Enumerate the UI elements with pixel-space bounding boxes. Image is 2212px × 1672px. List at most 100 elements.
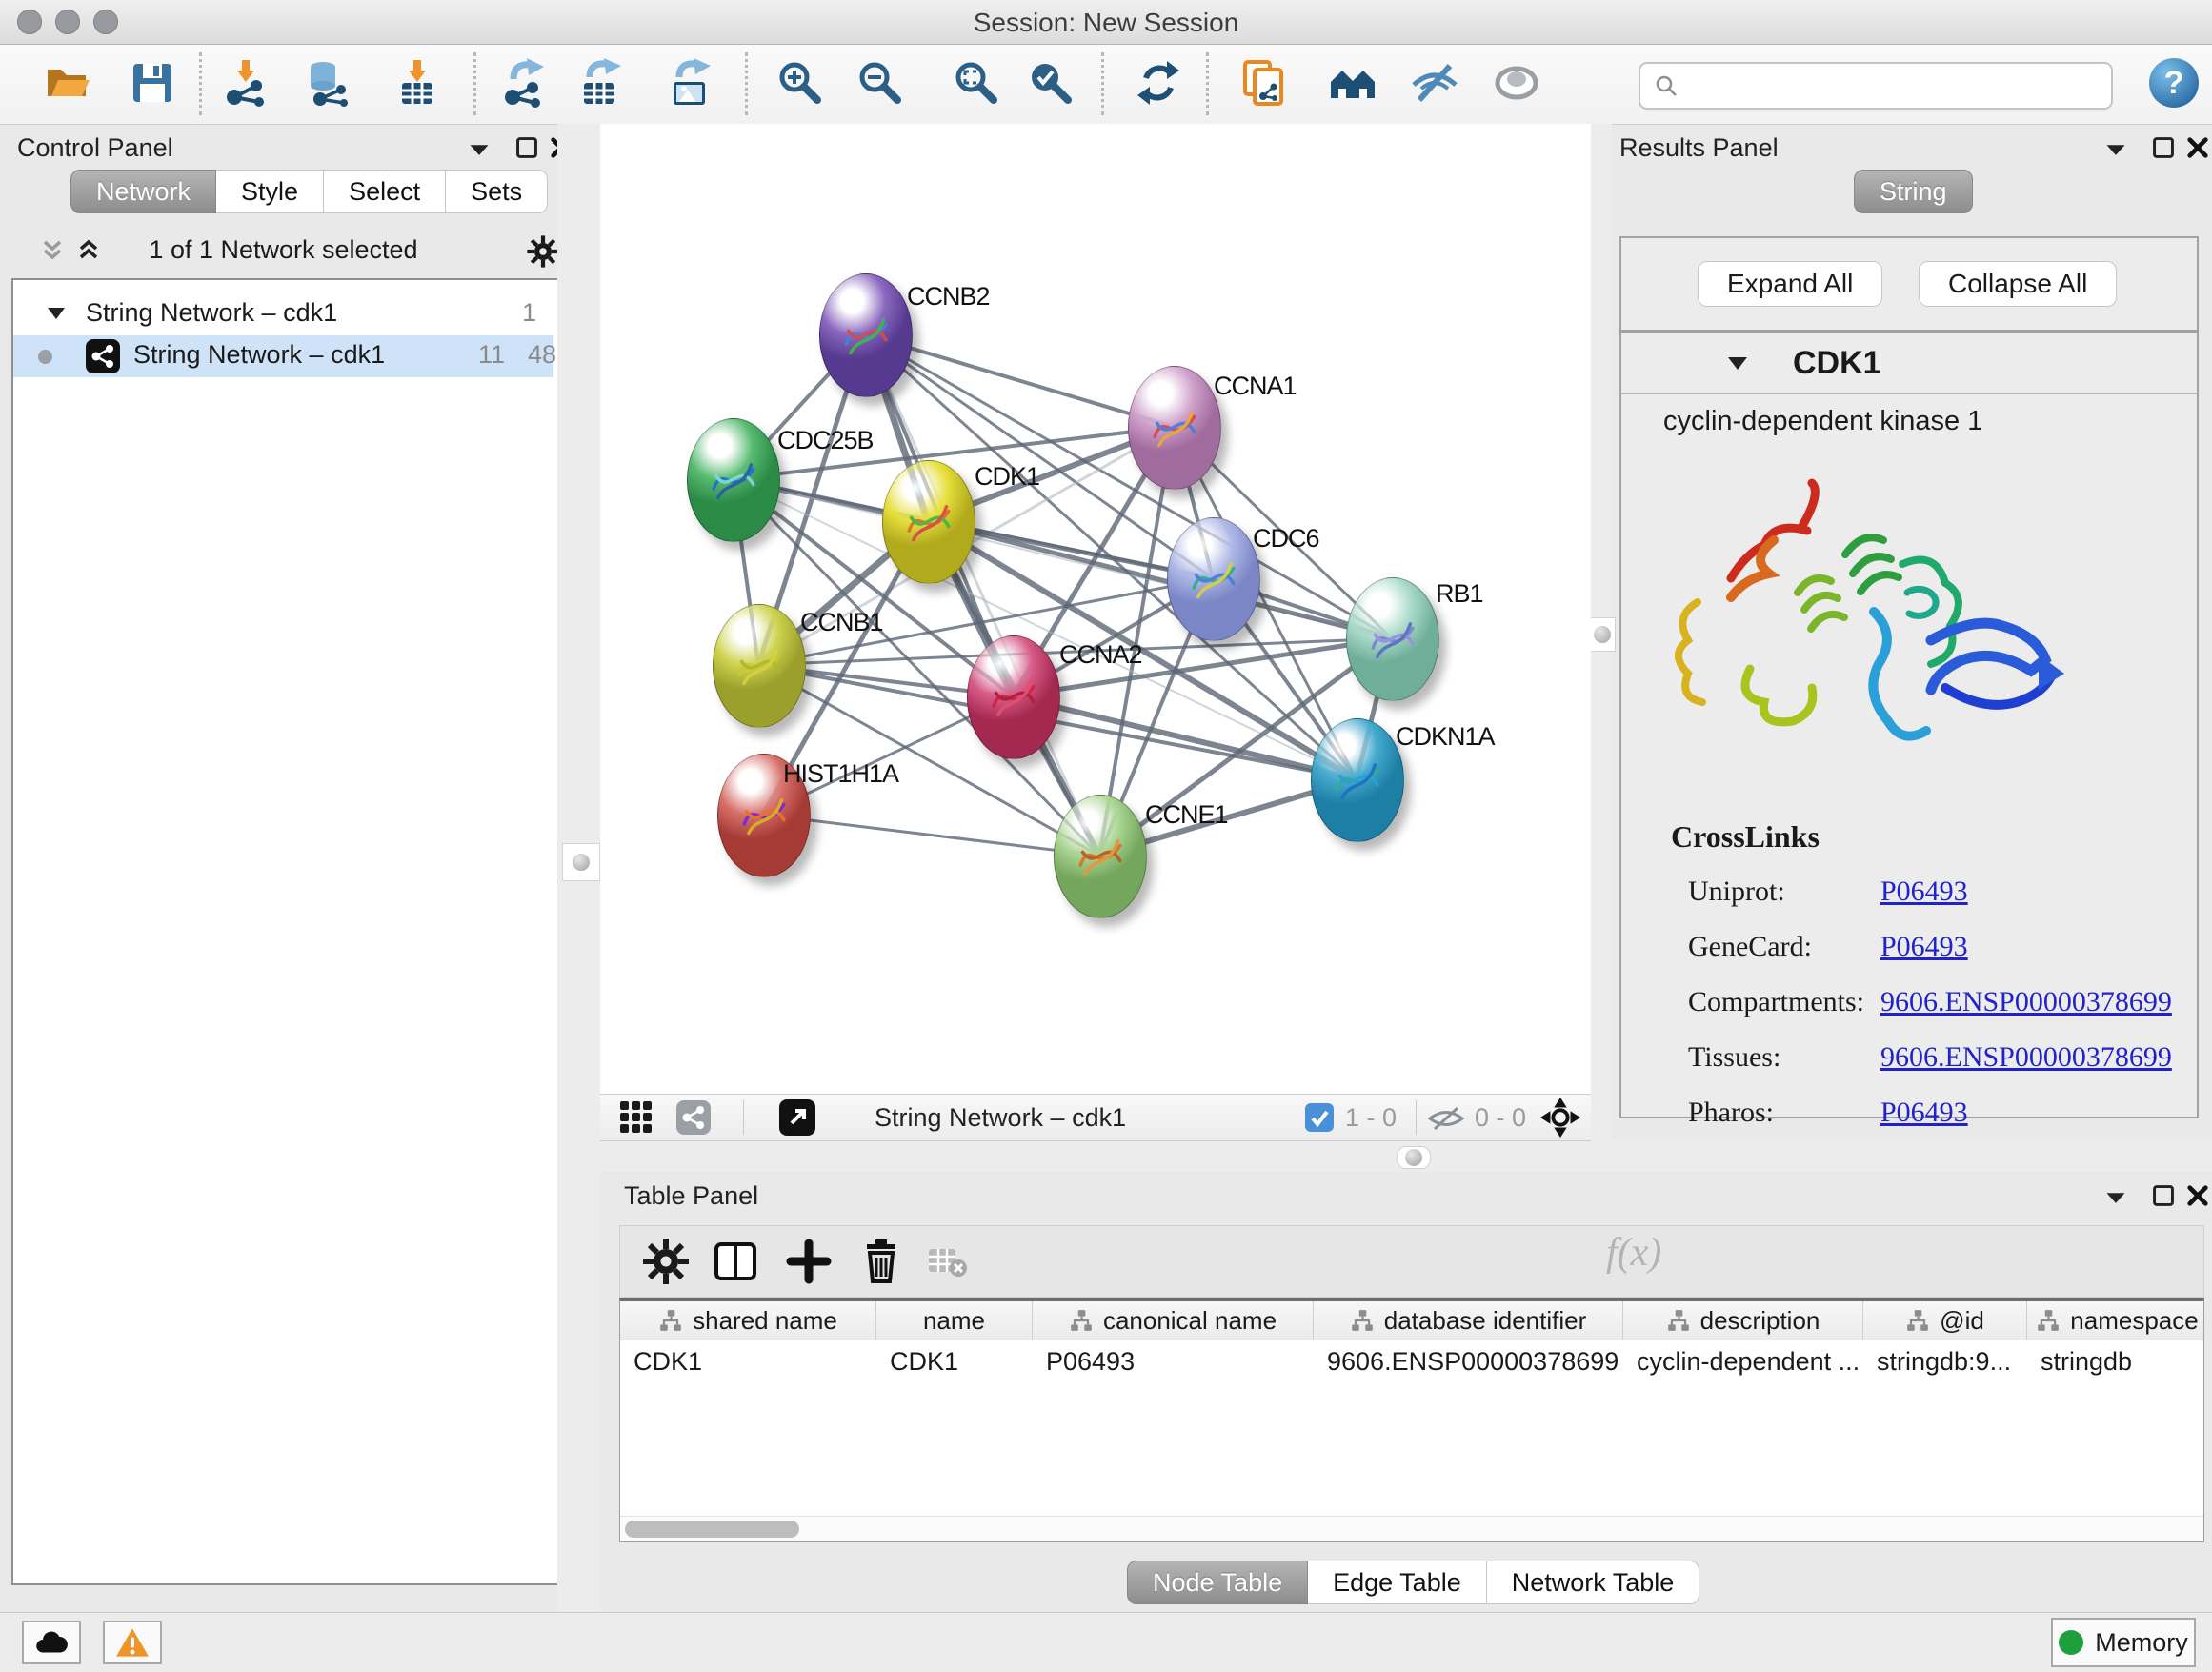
results-panel-float-icon[interactable]: [2151, 135, 2176, 160]
table-cell[interactable]: stringdb:9...: [1863, 1340, 2027, 1382]
warning-icon: [114, 1626, 151, 1659]
column-header-description[interactable]: description: [1623, 1301, 1863, 1340]
shared-column-icon: [2036, 1308, 2061, 1333]
table-cell[interactable]: stringdb: [2027, 1340, 2204, 1382]
node-CCNA1[interactable]: [1128, 366, 1221, 490]
home-networks-icon[interactable]: [1328, 58, 1377, 108]
table-cell[interactable]: 9606.ENSP00000378699: [1314, 1340, 1623, 1382]
crosslink-link[interactable]: P06493: [1880, 931, 1968, 963]
tab-select[interactable]: Select: [324, 170, 446, 213]
gene-section-header[interactable]: CDK1: [1621, 333, 2197, 394]
network-row-selected[interactable]: String Network – cdk1 11 48: [13, 335, 553, 377]
splitter-handle[interactable]: [562, 843, 600, 881]
crosslink-link[interactable]: 9606.ENSP00000378699: [1880, 1041, 2172, 1074]
toolbar-separator: [1206, 52, 1209, 115]
crosslink-link[interactable]: P06493: [1880, 1097, 1968, 1129]
column-header-canonical-name[interactable]: canonical name: [1033, 1301, 1314, 1340]
edge-CCNB2-CCNE1[interactable]: [865, 334, 1099, 856]
column-header-shared-name[interactable]: shared name: [620, 1301, 876, 1340]
column-header-database-identifier[interactable]: database identifier: [1314, 1301, 1623, 1340]
column-header--id[interactable]: @id: [1863, 1301, 2027, 1340]
cloud-status-button[interactable]: [22, 1621, 81, 1664]
node-CCNE1[interactable]: [1054, 795, 1147, 918]
results-panel-collapse-icon[interactable]: [2103, 137, 2128, 162]
splitter-handle[interactable]: [1589, 617, 1616, 652]
crosslink-link[interactable]: P06493: [1880, 876, 1968, 908]
node-CDK1[interactable]: [882, 460, 975, 584]
open-session-icon[interactable]: [42, 58, 91, 108]
birdseye-grid-icon[interactable]: [619, 1100, 654, 1135]
table-row[interactable]: CDK1CDK1P064939606.ENSP00000378699cyclin…: [620, 1340, 2204, 1382]
control-panel-collapse-icon[interactable]: [467, 137, 492, 162]
search-input[interactable]: [1688, 66, 2111, 106]
table-panel-close-icon[interactable]: [2185, 1183, 2210, 1208]
title-bar: Session: New Session: [0, 0, 2212, 45]
zoom-fit-icon[interactable]: [952, 58, 1001, 108]
show-columns-icon[interactable]: [711, 1237, 760, 1286]
annotation-icon[interactable]: [1239, 58, 1289, 108]
node-table: shared namename canonical name database …: [619, 1298, 2204, 1542]
node-CCNB2[interactable]: [819, 273, 913, 397]
import-network-file-icon[interactable]: [221, 58, 271, 108]
import-network-database-icon[interactable]: [305, 58, 354, 108]
results-panel-tab-string[interactable]: String: [1854, 170, 1973, 213]
expand-all-button[interactable]: Expand All: [1698, 261, 1882, 307]
table-settings-gear-icon[interactable]: [641, 1237, 691, 1286]
show-all-icon[interactable]: [1492, 58, 1541, 108]
tab-sets[interactable]: Sets: [446, 170, 548, 213]
gene-disclosure-icon[interactable]: [1726, 354, 1749, 372]
export-network-icon[interactable]: [500, 58, 550, 108]
table-cell[interactable]: CDK1: [876, 1340, 1033, 1382]
network-options-gear-icon[interactable]: [526, 234, 560, 269]
warning-status-button[interactable]: [103, 1621, 162, 1664]
save-session-icon[interactable]: [128, 58, 177, 108]
table-panel-collapse-icon[interactable]: [2103, 1185, 2128, 1210]
create-column-plus-icon[interactable]: [784, 1237, 834, 1286]
selected-checkbox-icon[interactable]: [1305, 1103, 1334, 1132]
table-panel-float-icon[interactable]: [2151, 1183, 2176, 1208]
node-CCNA2[interactable]: [967, 635, 1060, 759]
crosslink-link[interactable]: 9606.ENSP00000378699: [1880, 986, 2172, 1018]
delete-column-trash-icon[interactable]: [856, 1237, 906, 1286]
network-canvas[interactable]: CCNB2 CCNA1 CDC25B CDK1 CDC6 RB1 CCNB1 C…: [600, 124, 1591, 1094]
refresh-icon[interactable]: [1134, 58, 1183, 108]
node-CDC25B[interactable]: [687, 418, 780, 542]
network-collection-row[interactable]: String Network – cdk1 1: [13, 293, 553, 335]
table-cell[interactable]: CDK1: [620, 1340, 876, 1382]
hidden-eye-slash-icon[interactable]: [1427, 1106, 1465, 1131]
zoom-out-icon[interactable]: [855, 58, 905, 108]
node-CDKN1A[interactable]: [1311, 718, 1404, 842]
help-icon[interactable]: ?: [2149, 58, 2199, 108]
tab-string[interactable]: String: [1854, 170, 1973, 213]
scrollbar-thumb[interactable]: [625, 1521, 799, 1538]
control-panel-float-icon[interactable]: [514, 135, 539, 160]
collapse-all-button[interactable]: Collapse All: [1919, 261, 2117, 307]
node-label-CCNB1: CCNB1: [800, 608, 883, 637]
zoom-selected-icon[interactable]: [1026, 58, 1076, 108]
tab-network-table[interactable]: Network Table: [1487, 1561, 1700, 1604]
import-table-icon[interactable]: [392, 58, 442, 108]
tab-style[interactable]: Style: [216, 170, 324, 213]
network-share-icon[interactable]: [676, 1100, 711, 1135]
node-CCNB1[interactable]: [713, 604, 806, 728]
results-panel-close-icon[interactable]: [2185, 135, 2210, 160]
column-header-namespace[interactable]: namespace: [2027, 1301, 2204, 1340]
node-RB1[interactable]: [1346, 577, 1439, 701]
tab-node-table[interactable]: Node Table: [1127, 1561, 1308, 1604]
open-view-window-icon[interactable]: [779, 1099, 815, 1136]
zoom-in-icon[interactable]: [775, 58, 825, 108]
fit-selected-crosshair-icon[interactable]: [1539, 1097, 1581, 1138]
memory-button[interactable]: Memory: [2051, 1618, 2196, 1667]
table-cell[interactable]: P06493: [1033, 1340, 1314, 1382]
node-CDC6[interactable]: [1167, 517, 1260, 641]
export-image-icon[interactable]: [668, 58, 717, 108]
export-table-icon[interactable]: [578, 58, 628, 108]
hide-selected-icon[interactable]: [1410, 58, 1459, 108]
tab-edge-table[interactable]: Edge Table: [1308, 1561, 1487, 1604]
tab-network[interactable]: Network: [70, 170, 216, 213]
table-cell[interactable]: cyclin-dependent ...: [1623, 1340, 1863, 1382]
edge-HIST1H1A-CCNE1[interactable]: [763, 815, 1099, 856]
disclosure-triangle-icon[interactable]: [46, 305, 67, 322]
splitter-handle[interactable]: [1397, 1146, 1431, 1169]
column-header-name[interactable]: name: [876, 1301, 1033, 1340]
